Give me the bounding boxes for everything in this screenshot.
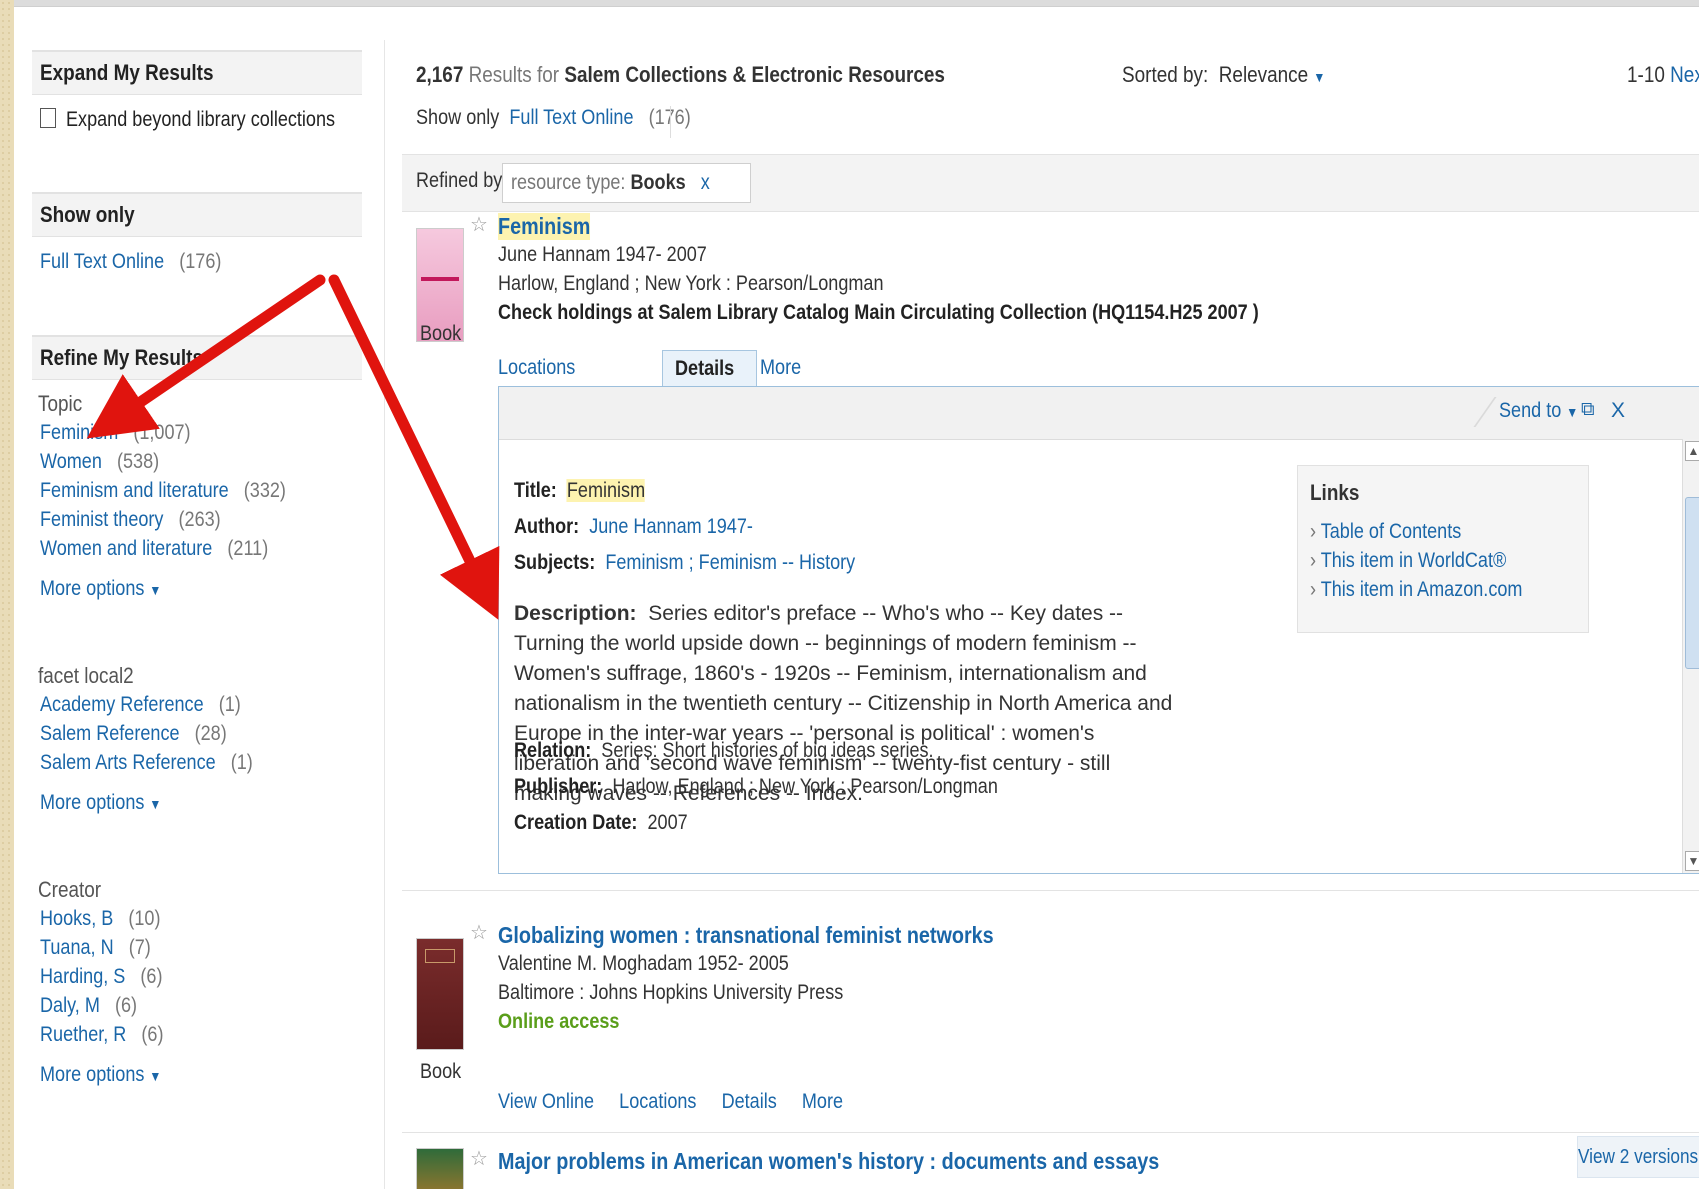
topic-facet-item[interactable]: Feminist theory (263) [40, 508, 250, 532]
close-details-button[interactable]: X [1611, 399, 1625, 423]
separator [670, 106, 671, 138]
book-cover-thumbnail[interactable] [416, 938, 464, 1050]
topic-facet-item[interactable]: Feminism and literature (332) [40, 479, 326, 503]
sort-control[interactable]: Sorted by: Relevance ▼ [1122, 62, 1358, 88]
star-icon[interactable]: ☆ [470, 920, 488, 945]
tab-more[interactable]: More [760, 350, 808, 386]
topic-facet-title: Topic [38, 391, 83, 416]
result-divider [402, 890, 1699, 891]
detail-creation-date: Creation Date: 2007 [514, 811, 688, 834]
chevron-down-icon: ▼ [149, 582, 162, 598]
topic-facet-item[interactable]: Feminism (1,007) [40, 421, 215, 445]
chevron-down-icon: ▼ [1566, 404, 1579, 420]
local2-facet-item[interactable]: Salem Reference (28) [40, 722, 257, 746]
details-panel: Send to ▼ ⧉ X Title: Feminism Author: Ju… [498, 386, 1699, 874]
result-title[interactable]: Globalizing women : transnational femini… [498, 922, 1074, 949]
creator-facet-item[interactable]: Hooks, B (10) [40, 907, 180, 931]
detail-author: Author: June Hannam 1947- [514, 515, 753, 538]
link-worldcat[interactable]: › This item in WorldCat® [1310, 549, 1538, 573]
details-toolbar: Send to ▼ ⧉ X [499, 387, 1699, 440]
creator-facet-item[interactable]: Harding, S (6) [40, 965, 182, 989]
topic-facet-item[interactable]: Women (538) [40, 450, 179, 474]
resource-type-label: Book [420, 322, 462, 345]
detail-publisher: Publisher: Harlow, England ; New York : … [514, 775, 998, 798]
result-publisher: Harlow, England ; New York : Pearson/Lon… [498, 272, 884, 295]
show-only-bar: Show only Full Text Online (176) [416, 106, 691, 129]
facet-full-text-online[interactable]: Full Text Online (176) [40, 250, 251, 274]
author-link[interactable]: June Hannam 1947- [589, 515, 753, 538]
creator-facet-title: Creator [38, 877, 102, 902]
more-link[interactable]: More [802, 1090, 843, 1113]
scroll-thumb[interactable] [1685, 497, 1699, 669]
result-title[interactable]: Feminism [498, 213, 605, 240]
creator-more-options[interactable]: More options ▼ [40, 1063, 181, 1087]
locations-link[interactable]: Locations [619, 1090, 696, 1113]
link-table-of-contents[interactable]: › Table of Contents [1310, 520, 1486, 544]
send-to-menu[interactable]: Send to ▼ [1499, 399, 1591, 423]
pagination: 1-10 Next ➔ [1627, 62, 1699, 88]
topic-facet-item[interactable]: Women and literature (211) [40, 537, 305, 561]
links-title: Links [1310, 480, 1360, 505]
sidebar-divider [384, 40, 385, 1189]
result-author: Valentine M. Moghadam 1952- 2005 [498, 952, 789, 975]
result-actions: View Online Locations Details More [498, 1090, 899, 1114]
view-versions-button[interactable]: View 2 versions [1577, 1136, 1699, 1178]
creator-facet-item[interactable]: Ruether, R (6) [40, 1023, 184, 1047]
results-summary: 2,167 Results for Salem Collections & El… [416, 62, 945, 87]
creator-facet-item[interactable]: Tuana, N (7) [40, 936, 169, 960]
tab-locations[interactable]: Locations [498, 350, 588, 386]
result-divider [402, 1132, 1699, 1133]
topic-more-options[interactable]: More options ▼ [40, 577, 181, 601]
local2-more-options[interactable]: More options ▼ [40, 791, 181, 815]
subject-link[interactable]: Feminism [605, 551, 683, 574]
show-only-header: Show only [32, 192, 362, 237]
next-page-link[interactable]: Next [1670, 62, 1699, 87]
expand-checkbox[interactable] [40, 108, 56, 128]
show-only-section: Show only Full Text Online (176) [32, 192, 362, 273]
view-online-link[interactable]: View Online [498, 1090, 594, 1113]
show-only-full-text-link[interactable]: Full Text Online [509, 106, 633, 129]
chevron-down-icon: ▼ [149, 796, 162, 812]
subject-link[interactable]: Feminism -- History [699, 551, 856, 574]
local2-facet-title: facet local2 [38, 663, 134, 688]
book-cover-thumbnail[interactable] [416, 1148, 464, 1189]
top-bar [14, 0, 1699, 7]
chevron-down-icon: ▼ [149, 1068, 162, 1084]
expand-header: Expand My Results [32, 50, 362, 95]
detail-subjects: Subjects: Feminism ; Feminism -- History [514, 551, 856, 574]
open-new-window-icon[interactable]: ⧉ [1581, 399, 1595, 421]
scroll-up-icon[interactable]: ▲ [1685, 441, 1699, 461]
result-publisher: Baltimore : Johns Hopkins University Pre… [498, 981, 844, 1004]
refine-header: Refine My Results [32, 335, 362, 380]
star-icon[interactable]: ☆ [470, 212, 488, 237]
scroll-down-icon[interactable]: ▼ [1685, 851, 1699, 871]
refinement-chip: resource type: Books x [502, 163, 752, 203]
creator-facet-item[interactable]: Daly, M (6) [40, 994, 153, 1018]
refine-section: Refine My Results Topic Feminism (1,007)… [32, 335, 362, 1086]
tab-details[interactable]: Details [662, 350, 757, 387]
resource-type-label: Book [420, 1060, 462, 1083]
local2-facet-item[interactable]: Academy Reference (1) [40, 693, 273, 717]
result-title[interactable]: Major problems in American women's histo… [498, 1148, 1267, 1175]
results-main: 2,167 Results for Salem Collections & El… [402, 40, 1699, 1189]
expand-checkbox-label[interactable]: Expand beyond library collections [66, 108, 335, 132]
detail-title: Title: Feminism [514, 479, 646, 502]
remove-refinement-button[interactable]: x [701, 171, 710, 194]
refined-by-bar: Refined by: resource type: Books x [402, 154, 1699, 212]
detail-relation: Relation: Series: Short histories of big… [514, 739, 934, 762]
details-link[interactable]: Details [722, 1090, 777, 1113]
star-icon[interactable]: ☆ [470, 1146, 488, 1171]
link-amazon[interactable]: › This item in Amazon.com [1310, 578, 1557, 602]
results-page: Expand My Results Expand beyond library … [14, 0, 1699, 1189]
online-access-status[interactable]: Online access [498, 1010, 639, 1034]
details-scrollbar[interactable]: ▲ ▼ [1682, 439, 1699, 873]
result-availability[interactable]: Check holdings at Salem Library Catalog … [498, 301, 1383, 325]
links-box: Links › Table of Contents › This item in… [1297, 465, 1589, 633]
local2-facet-item[interactable]: Salem Arts Reference (1) [40, 751, 287, 775]
expand-section: Expand My Results Expand beyond library … [32, 50, 362, 131]
chevron-down-icon: ▼ [1313, 69, 1326, 85]
result-author: June Hannam 1947- 2007 [498, 243, 707, 266]
